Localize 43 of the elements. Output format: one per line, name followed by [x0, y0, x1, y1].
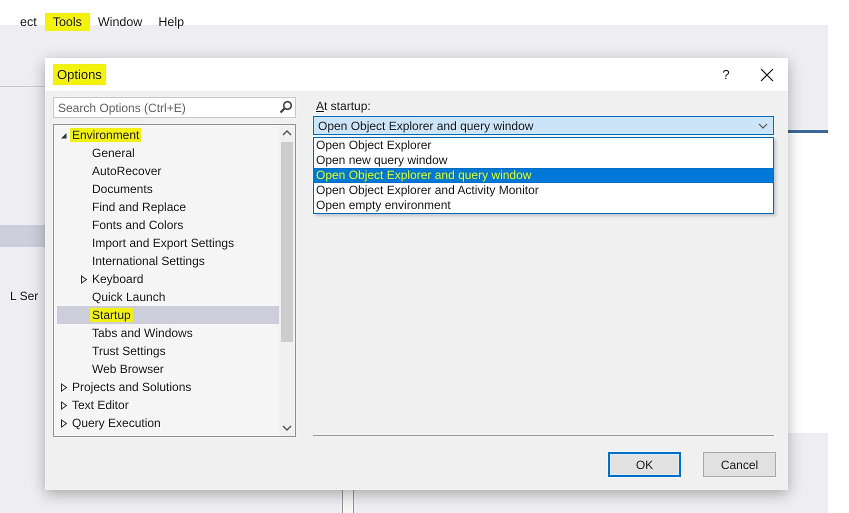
startup-dropdown[interactable]: Open Object Explorer and query window [313, 116, 774, 135]
tree-item[interactable]: AutoRecover [57, 162, 279, 180]
menu-item[interactable]: Window [90, 13, 150, 31]
tree-item[interactable]: Projects and Solutions [57, 378, 279, 396]
tree-item[interactable]: Trust Settings [57, 342, 279, 360]
splitter-handle[interactable] [342, 490, 354, 513]
tree-item[interactable]: Web Browser [57, 360, 279, 378]
menu-item[interactable]: Tools [44, 13, 90, 31]
tree-item[interactable]: International Settings [57, 252, 279, 270]
search-icon [279, 100, 293, 114]
tree-item[interactable]: Tabs and Windows [57, 324, 279, 342]
search-field[interactable]: Search Options (Ctrl+E) [53, 97, 296, 118]
tree-item[interactable]: General [57, 144, 279, 162]
dropdown-option[interactable]: Open Object Explorer and query window [314, 168, 773, 183]
scrollbar-thumb[interactable] [281, 142, 293, 342]
startup-label: At startup: [316, 99, 372, 113]
tree-item[interactable]: Import and Export Settings [57, 234, 279, 252]
tree-item[interactable]: Startup [57, 306, 279, 324]
dialog-title: Options [53, 64, 106, 85]
dialog-button[interactable]: Cancel [703, 452, 776, 477]
scrollbar[interactable] [279, 125, 295, 436]
tree-item[interactable]: Text Editor [57, 396, 279, 414]
panel-header [0, 225, 45, 247]
dropdown-option[interactable]: Open new query window [314, 153, 773, 168]
triangle-right-icon[interactable] [80, 274, 88, 284]
tree-item[interactable]: Find and Replace [57, 198, 279, 216]
panel-label: L Ser [10, 289, 38, 303]
dialog-button[interactable]: OK [608, 452, 681, 477]
menu-item[interactable]: Help [150, 13, 192, 31]
tree-item[interactable]: Environment [57, 126, 279, 144]
tree-item[interactable]: Fonts and Colors [57, 216, 279, 234]
chevron-down-icon [757, 120, 769, 130]
tree-item[interactable]: Query Execution [57, 414, 279, 432]
help-button[interactable]: ? [706, 66, 746, 83]
tab-underline [788, 130, 828, 133]
dropdown-option[interactable]: Open empty environment [314, 198, 773, 213]
dropdown-option[interactable]: Open Object Explorer and Activity Monitor [314, 183, 773, 198]
tree-item[interactable]: Quick Launch [57, 288, 279, 306]
dropdown-option[interactable]: Open Object Explorer [314, 138, 773, 153]
menu-item[interactable]: ect [12, 13, 45, 31]
triangle-down-icon[interactable] [60, 130, 68, 140]
tree-item[interactable]: Documents [57, 180, 279, 198]
tree-item[interactable]: Keyboard [57, 270, 279, 288]
